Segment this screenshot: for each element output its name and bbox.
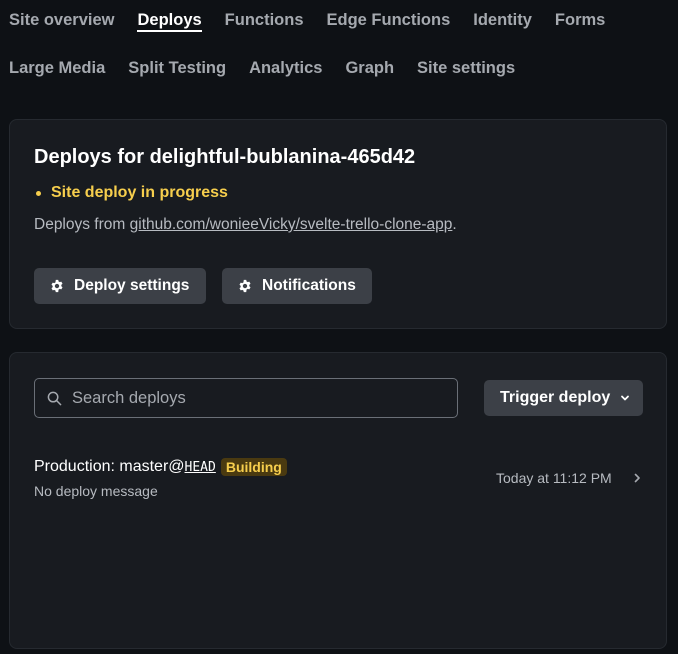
deploys-list-card: Trigger deploy Production: master@HEADBu… — [9, 352, 667, 649]
nav-identity[interactable]: Identity — [473, 10, 532, 32]
deploy-list-item[interactable]: Production: master@ HEAD Building No deplo… — [10, 445, 666, 505]
deploy-context: Production: master@ — [34, 458, 185, 475]
search-icon — [47, 391, 62, 406]
nav-analytics[interactable]: Analytics — [249, 58, 322, 80]
nav-edge-functions[interactable]: Edge Functions — [327, 10, 451, 32]
nav-site-overview[interactable]: Site overview — [9, 10, 114, 32]
nav-forms[interactable]: Forms — [555, 10, 605, 32]
page-title: Deploys for delightful-bublanina-465d42 — [34, 146, 416, 168]
notifications-label: Notifications — [262, 277, 356, 294]
nav-deploys[interactable]: Deploys — [137, 10, 202, 32]
deploy-ref: HEAD — [184, 459, 216, 475]
site-nav-row-1: Site overview Deploys Functions Edge Fun… — [9, 10, 628, 32]
gear-icon — [50, 279, 64, 293]
repo-link[interactable]: github.com/wonieeVicky/svelte-trello-clo… — [130, 216, 453, 233]
deploy-settings-button[interactable]: Deploy settings — [34, 268, 206, 304]
chevron-down-icon — [620, 393, 630, 403]
chevron-right-icon — [632, 472, 642, 484]
nav-graph[interactable]: Graph — [345, 58, 394, 80]
deploy-source-prefix: Deploys from — [34, 216, 130, 233]
deploy-time: Today at 11:12 PM — [496, 470, 612, 486]
status-dot-icon — [36, 190, 41, 196]
deploy-title: Production: master@ HEAD Building — [34, 458, 287, 476]
trigger-deploy-button[interactable]: Trigger deploy — [484, 380, 643, 416]
deploy-message: No deploy message — [34, 483, 158, 499]
deploy-settings-label: Deploy settings — [74, 277, 190, 294]
nav-large-media[interactable]: Large Media — [9, 58, 105, 80]
nav-site-settings[interactable]: Site settings — [417, 58, 515, 80]
search-deploys-input[interactable] — [72, 388, 412, 408]
deploys-summary-card: Deploys for delightful-bublanina-465d42 … — [9, 119, 667, 329]
deploy-status: Site deploy in progress — [34, 184, 228, 202]
deploy-source-suffix: . — [452, 216, 457, 233]
site-nav: Site overview Deploys Functions Edge Fun… — [0, 0, 678, 110]
trigger-deploy-label: Trigger deploy — [500, 389, 611, 406]
search-deploys-field[interactable] — [34, 378, 458, 418]
status-badge: Building — [220, 458, 287, 476]
nav-functions[interactable]: Functions — [225, 10, 304, 32]
deploy-source: Deploys from github.com/wonieeVicky/svel… — [34, 216, 457, 234]
nav-split-testing[interactable]: Split Testing — [128, 58, 226, 80]
deploy-status-text: Site deploy in progress — [51, 184, 228, 201]
site-nav-row-2: Large Media Split Testing Analytics Grap… — [9, 58, 538, 80]
notifications-button[interactable]: Notifications — [222, 268, 372, 304]
gear-icon — [238, 279, 252, 293]
